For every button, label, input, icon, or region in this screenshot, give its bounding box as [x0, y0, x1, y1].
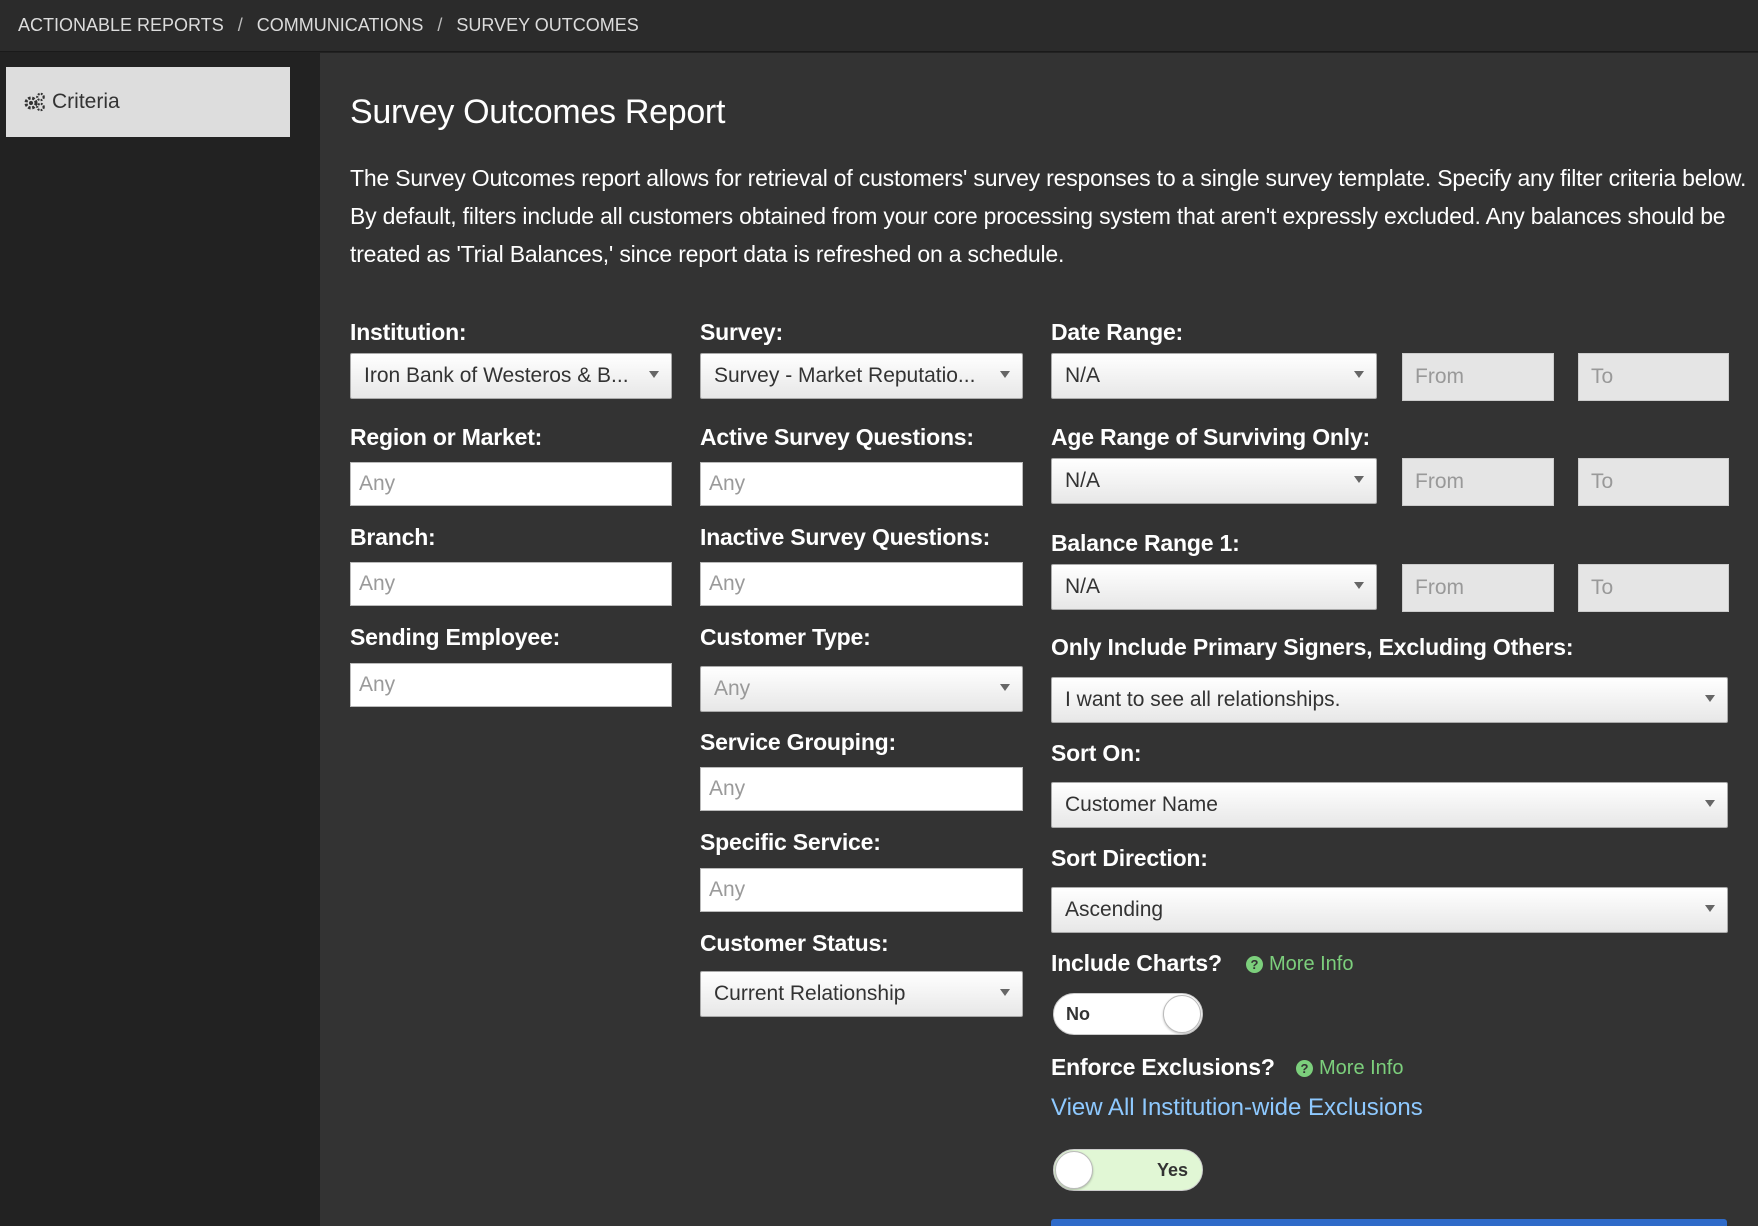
service-grouping-input[interactable] [700, 767, 1023, 811]
customer-status-select[interactable]: Current Relationship [700, 971, 1023, 1017]
sort-on-value: Customer Name [1065, 793, 1218, 816]
main-panel: Survey Outcomes Report The Survey Outcom… [320, 53, 1758, 1226]
primary-signers-label: Only Include Primary Signers, Excluding … [1051, 634, 1574, 660]
more-info-label: More Info [1269, 953, 1354, 975]
breadcrumb-communications[interactable]: COMMUNICATIONS [257, 15, 424, 36]
survey-label: Survey: [700, 319, 783, 345]
customer-type-value: Any [714, 677, 751, 700]
inactive-questions-input[interactable] [700, 562, 1023, 606]
page-description: The Survey Outcomes report allows for re… [350, 165, 1747, 267]
gears-icon [24, 92, 45, 112]
include-charts-more-info[interactable]: ? More Info [1246, 953, 1353, 976]
caret-down-icon [1705, 905, 1715, 912]
inactive-questions-label: Inactive Survey Questions: [700, 524, 991, 550]
primary-signers-select[interactable]: I want to see all relationships. [1051, 677, 1728, 723]
caret-down-icon [1000, 371, 1010, 378]
institution-label: Institution: [350, 319, 467, 345]
sidebar-item-label: Criteria [52, 90, 120, 113]
breadcrumb: ACTIONABLE REPORTS / COMMUNICATIONS / SU… [18, 15, 639, 36]
caret-down-icon [1705, 695, 1715, 702]
sidebar-item-criteria[interactable]: Criteria [6, 67, 290, 137]
customer-status-label: Customer Status: [700, 930, 889, 956]
include-charts-toggle[interactable]: No [1053, 993, 1203, 1035]
date-range-to-input[interactable]: To [1578, 353, 1729, 401]
caret-down-icon [649, 371, 659, 378]
breadcrumb-actionable-reports[interactable]: ACTIONABLE REPORTS [18, 15, 224, 36]
sort-direction-select[interactable]: Ascending [1051, 887, 1728, 933]
balance-range-from-input[interactable]: From [1402, 564, 1554, 612]
run-report-button[interactable] [1051, 1219, 1727, 1226]
customer-status-value: Current Relationship [714, 982, 906, 1005]
breadcrumb-separator: / [237, 15, 243, 35]
breadcrumb-survey-outcomes[interactable]: SURVEY OUTCOMES [456, 15, 638, 36]
page-title: Survey Outcomes Report [350, 93, 726, 131]
primary-signers-value: I want to see all relationships. [1065, 688, 1341, 711]
caret-down-icon [1354, 582, 1364, 589]
caret-down-icon [1000, 989, 1010, 996]
caret-down-icon [1354, 476, 1364, 483]
date-range-label: Date Range: [1051, 319, 1183, 345]
sort-on-select[interactable]: Customer Name [1051, 782, 1728, 828]
date-range-from-input[interactable]: From [1402, 353, 1554, 401]
toggle-knob [1163, 995, 1201, 1033]
include-charts-label: Include Charts? [1051, 950, 1222, 976]
age-range-value: N/A [1065, 469, 1101, 492]
breadcrumb-separator: / [437, 15, 443, 35]
institution-value: Iron Bank of Westeros & B... [364, 364, 629, 387]
balance-range-value: N/A [1065, 575, 1101, 598]
sending-employee-input[interactable] [350, 663, 672, 707]
sort-direction-value: Ascending [1065, 898, 1164, 921]
toggle-label: No [1066, 1004, 1090, 1024]
institution-select[interactable]: Iron Bank of Westeros & B... [350, 353, 672, 399]
toggle-label: Yes [1156, 1160, 1188, 1180]
active-questions-label: Active Survey Questions: [700, 424, 974, 450]
sort-direction-label: Sort Direction: [1051, 845, 1208, 871]
survey-select[interactable]: Survey - Market Reputatio... [700, 353, 1023, 399]
caret-down-icon [1354, 371, 1364, 378]
enforce-exclusions-toggle[interactable]: Yes [1053, 1149, 1203, 1191]
more-info-label: More Info [1319, 1057, 1404, 1079]
age-range-from-input[interactable]: From [1402, 458, 1554, 506]
age-range-to-input[interactable]: To [1578, 458, 1729, 506]
question-circle-icon: ? [1296, 1060, 1313, 1077]
date-range-select[interactable]: N/A [1051, 353, 1377, 399]
caret-down-icon [1705, 800, 1715, 807]
balance-range-label: Balance Range 1: [1051, 530, 1240, 556]
enforce-exclusions-more-info[interactable]: ? More Info [1296, 1057, 1403, 1080]
region-input[interactable] [350, 462, 672, 506]
specific-service-input[interactable] [700, 868, 1023, 912]
caret-down-icon [1000, 684, 1010, 691]
enforce-exclusions-label: Enforce Exclusions? [1051, 1054, 1275, 1080]
top-bar: ACTIONABLE REPORTS / COMMUNICATIONS / SU… [0, 0, 1758, 52]
sort-on-label: Sort On: [1051, 740, 1142, 766]
region-label: Region or Market: [350, 424, 543, 450]
customer-type-label: Customer Type: [700, 624, 871, 650]
age-range-label: Age Range of Surviving Only: [1051, 424, 1370, 450]
age-range-select[interactable]: N/A [1051, 458, 1377, 504]
question-circle-icon: ? [1246, 956, 1263, 973]
service-grouping-label: Service Grouping: [700, 729, 896, 755]
date-range-value: N/A [1065, 364, 1101, 387]
active-questions-input[interactable] [700, 462, 1023, 506]
balance-range-to-input[interactable]: To [1578, 564, 1729, 612]
branch-label: Branch: [350, 524, 436, 550]
specific-service-label: Specific Service: [700, 829, 881, 855]
customer-type-select[interactable]: Any [700, 666, 1023, 712]
sidebar: Criteria [0, 53, 318, 1226]
view-exclusions-link[interactable]: View All Institution-wide Exclusions [1051, 1094, 1423, 1122]
survey-value: Survey - Market Reputatio... [714, 364, 976, 387]
toggle-knob [1055, 1151, 1093, 1189]
branch-input[interactable] [350, 562, 672, 606]
balance-range-select[interactable]: N/A [1051, 564, 1377, 610]
sending-employee-label: Sending Employee: [350, 624, 561, 650]
